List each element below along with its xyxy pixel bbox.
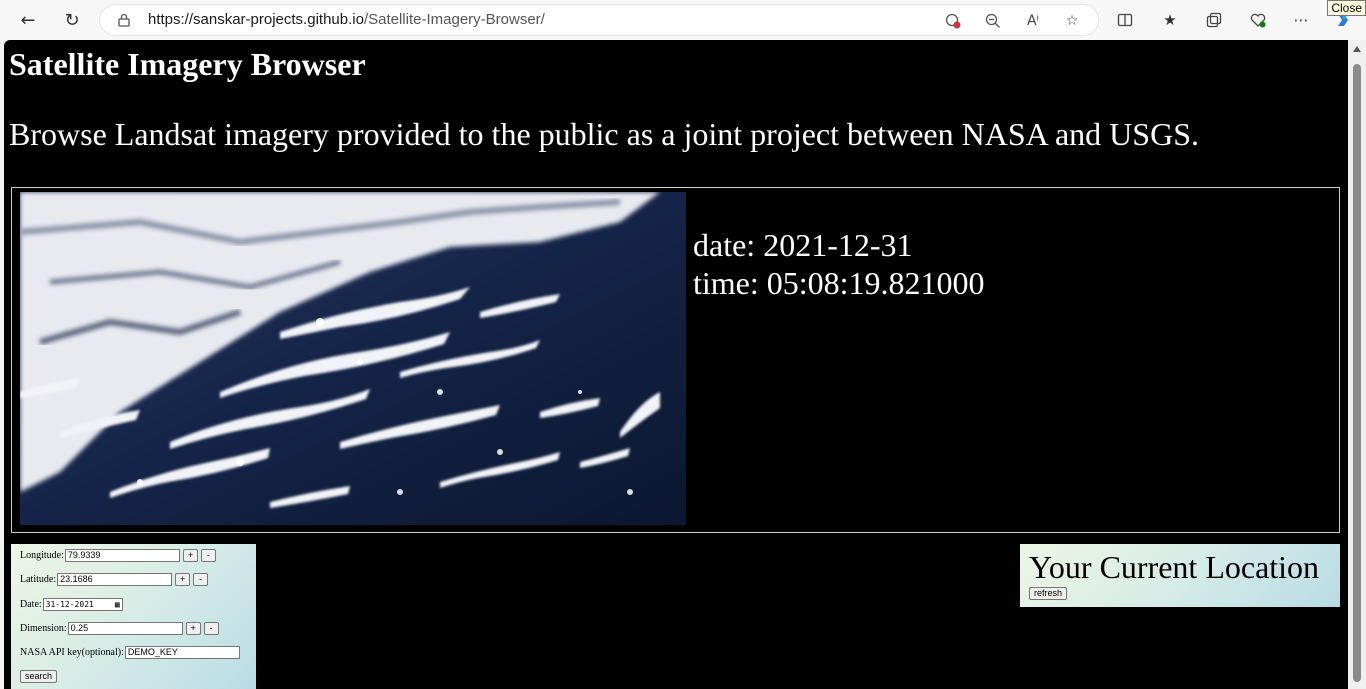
page-title: Satellite Imagery Browser [9, 46, 366, 82]
more-menu-icon[interactable]: ⋯ [1291, 10, 1311, 30]
satellite-image [20, 192, 686, 525]
longitude-input[interactable]: 79.9339 [64, 549, 180, 562]
longitude-row: Longitude: 79.9339 + - [20, 549, 216, 562]
back-icon[interactable]: ← [16, 8, 40, 32]
api-key-row: NASA API key(optional): DEMO_KEY [20, 646, 240, 659]
browser-toolbar: ← ↻ https://sanskar-projects.github.io/S… [0, 0, 1366, 40]
image-info: date: 2021-12-31 time: 05:08:19.821000 [693, 226, 985, 302]
calendar-icon[interactable]: ▦ [115, 599, 120, 610]
latitude-minus-button[interactable]: - [193, 573, 209, 586]
dimension-row: Dimension: 0.25 + - [20, 622, 219, 635]
dimension-input[interactable]: 0.25 [67, 622, 183, 635]
lock-icon [118, 13, 130, 27]
scroll-up-arrow-icon[interactable] [1353, 46, 1361, 52]
page-scrollbar[interactable] [1348, 40, 1366, 689]
api-key-input[interactable]: DEMO_KEY [124, 646, 240, 659]
scroll-thumb[interactable] [1353, 64, 1361, 682]
dimension-plus-button[interactable]: + [185, 622, 201, 635]
reload-icon[interactable]: ↻ [60, 8, 84, 32]
tracking-prevention-icon[interactable] [944, 12, 962, 30]
latitude-input[interactable]: 23.1686 [57, 573, 173, 586]
current-location-panel: Your Current Location refresh [1020, 544, 1340, 607]
close-tooltip: Close [1327, 0, 1366, 16]
longitude-minus-button[interactable]: - [200, 549, 216, 562]
date-input[interactable]: 31-12-2021 ▦ [42, 598, 123, 611]
latitude-plus-button[interactable]: + [175, 573, 191, 586]
page-viewport: Satellite Imagery Browser Browse Landsat… [4, 40, 1348, 689]
search-button[interactable]: search [20, 670, 58, 683]
read-aloud-icon[interactable]: Aⁱ [1024, 12, 1042, 30]
image-time: time: 05:08:19.821000 [693, 265, 985, 301]
address-bar[interactable]: https://sanskar-projects.github.io/Satel… [100, 5, 1098, 35]
collections-icon[interactable] [1204, 10, 1224, 30]
dimension-minus-button[interactable]: - [203, 622, 219, 635]
latitude-label: Latitude: [20, 574, 57, 585]
image-date: date: 2021-12-31 [693, 227, 913, 263]
latitude-row: Latitude: 23.1686 + - [20, 573, 209, 586]
date-value: 31-12-2021 [45, 600, 94, 609]
dimension-label: Dimension: [20, 623, 67, 634]
search-row: search [20, 670, 58, 683]
longitude-label: Longitude: [20, 550, 64, 561]
refresh-button[interactable]: refresh [1029, 587, 1068, 600]
page-subtitle: Browse Landsat imagery provided to the p… [9, 116, 1199, 152]
zoom-out-icon[interactable] [984, 12, 1002, 30]
date-row: Date: 31-12-2021 ▦ [20, 598, 123, 611]
imagery-container: date: 2021-12-31 time: 05:08:19.821000 [11, 187, 1340, 533]
favorites-icon[interactable]: ★ [1160, 10, 1180, 30]
split-screen-icon[interactable] [1115, 10, 1135, 30]
api-key-label: NASA API key(optional): [20, 647, 124, 658]
favorite-star-icon[interactable]: ☆ [1063, 12, 1081, 30]
search-form: Longitude: 79.9339 + - Latitude: 23.1686… [11, 544, 256, 689]
date-label: Date: [20, 599, 42, 610]
url-text: https://sanskar-projects.github.io/Satel… [148, 11, 545, 28]
longitude-plus-button[interactable]: + [182, 549, 198, 562]
browser-essentials-icon[interactable] [1248, 10, 1268, 30]
current-location-title: Your Current Location [1029, 549, 1320, 585]
